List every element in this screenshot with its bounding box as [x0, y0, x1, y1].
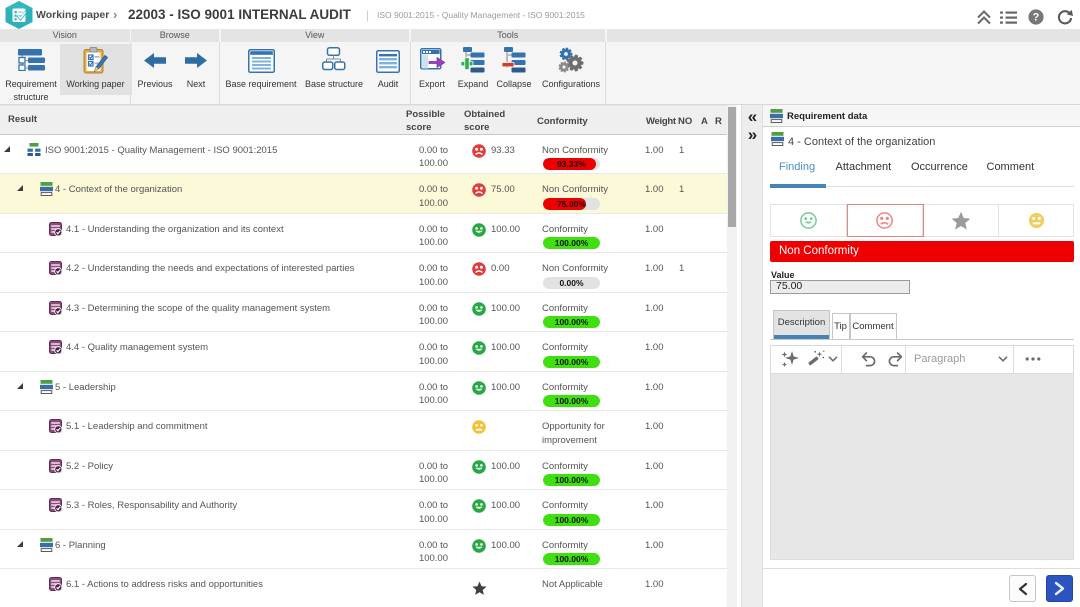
svg-text:?: ?	[1033, 12, 1040, 24]
